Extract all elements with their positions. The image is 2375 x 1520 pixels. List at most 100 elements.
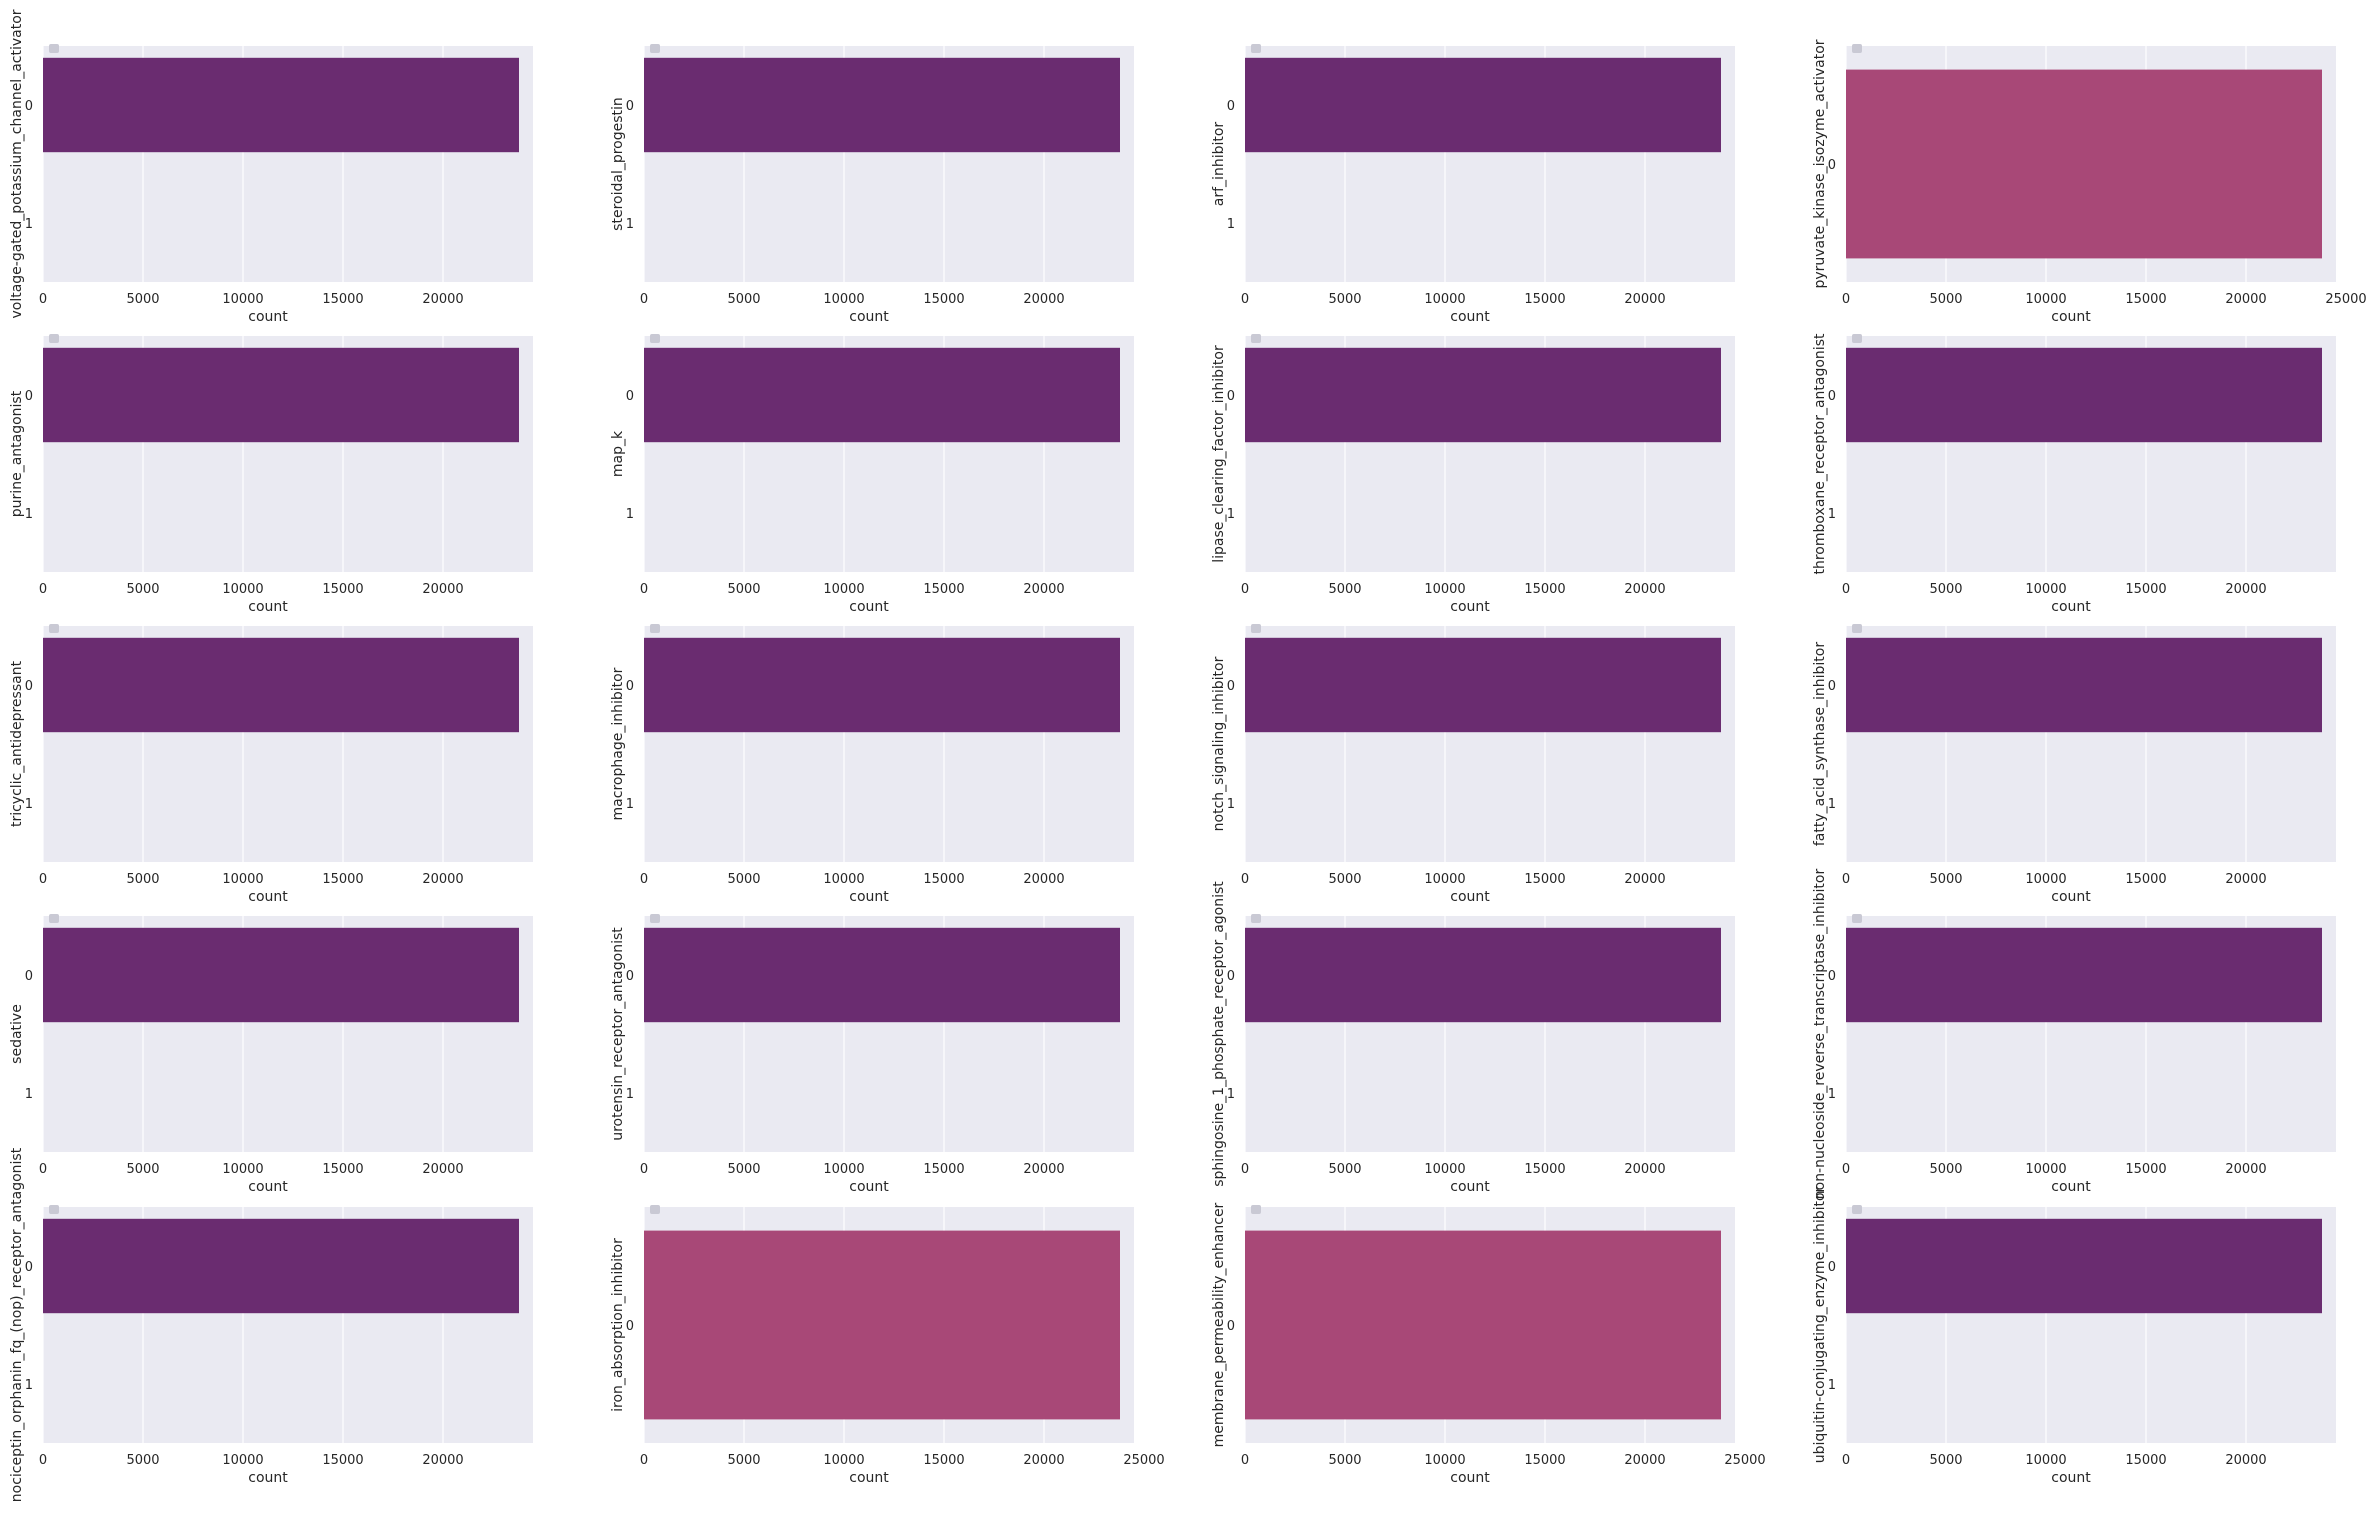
x-tick-label: 20000 bbox=[1624, 1162, 1665, 1177]
x-axis-label: count bbox=[1450, 1470, 1490, 1486]
x-axis-label: count bbox=[248, 1179, 288, 1195]
x-tick-label: 10000 bbox=[823, 292, 864, 307]
bar-0 bbox=[1245, 347, 1721, 443]
panel-6: 0 1 0 5000 10000 15000 20000 count lipase_cleari… bbox=[1211, 334, 1735, 615]
bar-0 bbox=[43, 1218, 519, 1314]
panel-2: 0 1 0 5000 10000 15000 20000 count arf_inhibitor bbox=[1211, 44, 1735, 325]
y-tick-label: 1 bbox=[626, 797, 634, 812]
x-tick-label: 20000 bbox=[2225, 292, 2266, 307]
x-tick-label: 15000 bbox=[1524, 1162, 1565, 1177]
legend-marker bbox=[49, 624, 59, 633]
x-tick-label: 10000 bbox=[1424, 582, 1465, 597]
x-tick-label: 0 bbox=[39, 872, 47, 887]
x-tick-label: 0 bbox=[39, 292, 47, 307]
y-tick-label: 0 bbox=[1227, 969, 1235, 984]
y-tick-label: 0 bbox=[626, 1319, 634, 1334]
panel-18: 0 0 5000 10000 15000 20000 25000 count membrane_… bbox=[1211, 1202, 1766, 1486]
legend-marker bbox=[650, 914, 660, 923]
x-tick-label: 5000 bbox=[1328, 1162, 1361, 1177]
x-tick-label: 15000 bbox=[2125, 1453, 2166, 1468]
legend-marker bbox=[650, 44, 660, 53]
y-tick-label: 1 bbox=[626, 1087, 634, 1102]
legend-marker bbox=[1852, 1205, 1862, 1214]
bar-0 bbox=[1245, 57, 1721, 153]
bar-0 bbox=[43, 927, 519, 1023]
x-tick-label: 5000 bbox=[1929, 292, 1962, 307]
x-tick-label: 25000 bbox=[2325, 292, 2366, 307]
y-axis-label: notch_signaling_inhibitor bbox=[1211, 656, 1227, 831]
panel-0: 0 1 0 5000 10000 15000 20000 count voltage-gated… bbox=[9, 9, 533, 325]
bar-0 bbox=[1846, 347, 2322, 443]
x-tick-label: 0 bbox=[640, 1162, 648, 1177]
x-axis-label: count bbox=[849, 1179, 889, 1195]
y-tick-label: 1 bbox=[1227, 1087, 1235, 1102]
x-axis-label: count bbox=[248, 1470, 288, 1486]
panel-16: 0 1 0 5000 10000 15000 20000 count nociceptin_or… bbox=[9, 1147, 533, 1502]
y-axis-label: thromboxane_receptor_antagonist bbox=[1812, 333, 1828, 574]
x-tick-label: 20000 bbox=[1624, 872, 1665, 887]
x-tick-label: 15000 bbox=[322, 292, 363, 307]
x-tick-label: 0 bbox=[1241, 292, 1249, 307]
x-axis-label: count bbox=[2051, 1179, 2091, 1195]
x-tick-label: 15000 bbox=[923, 872, 964, 887]
x-tick-label: 20000 bbox=[422, 582, 463, 597]
x-tick-label: 5000 bbox=[1929, 1162, 1962, 1177]
y-axis-label: pyruvate_kinase_isozyme_activator bbox=[1812, 39, 1828, 288]
x-tick-label: 20000 bbox=[1023, 872, 1064, 887]
x-tick-label: 20000 bbox=[1023, 1162, 1064, 1177]
x-tick-label: 0 bbox=[640, 582, 648, 597]
x-tick-label: 0 bbox=[1241, 1453, 1249, 1468]
legend-marker bbox=[650, 334, 660, 343]
y-axis-label: fatty_acid_synthase_inhibitor bbox=[1812, 642, 1828, 846]
x-tick-label: 15000 bbox=[1524, 872, 1565, 887]
legend-marker bbox=[1251, 334, 1261, 343]
y-axis-label: arf_inhibitor bbox=[1211, 122, 1227, 207]
y-tick-label: 1 bbox=[25, 217, 33, 232]
x-tick-label: 20000 bbox=[422, 292, 463, 307]
x-tick-label: 20000 bbox=[2225, 582, 2266, 597]
y-tick-label: 1 bbox=[626, 217, 634, 232]
x-axis-label: count bbox=[1450, 309, 1490, 325]
x-tick-label: 0 bbox=[1241, 872, 1249, 887]
x-tick-label: 5000 bbox=[126, 292, 159, 307]
panel-8: 0 1 0 5000 10000 15000 20000 count tricyclic_ant… bbox=[9, 624, 533, 905]
x-axis-label: count bbox=[849, 599, 889, 615]
x-tick-label: 0 bbox=[640, 292, 648, 307]
y-tick-label: 0 bbox=[1828, 969, 1836, 984]
bar-0 bbox=[1846, 69, 2322, 259]
x-tick-label: 0 bbox=[1842, 1453, 1850, 1468]
x-tick-label: 0 bbox=[39, 1162, 47, 1177]
x-tick-label: 5000 bbox=[1929, 872, 1962, 887]
x-tick-label: 15000 bbox=[1524, 292, 1565, 307]
x-tick-label: 0 bbox=[1842, 872, 1850, 887]
panel-1: 0 1 0 5000 10000 15000 20000 count steroidal_pro… bbox=[610, 44, 1134, 325]
x-tick-label: 20000 bbox=[1023, 582, 1064, 597]
bar-0 bbox=[644, 1230, 1120, 1420]
x-tick-label: 5000 bbox=[126, 1162, 159, 1177]
legend-marker bbox=[49, 334, 59, 343]
bar-0 bbox=[43, 57, 519, 153]
facet-grid-svg: 010 5000 10000 15000 20000countvoltage-gated… bbox=[9, 9, 2367, 1502]
x-tick-label: 5000 bbox=[727, 1162, 760, 1177]
x-tick-label: 15000 bbox=[322, 872, 363, 887]
y-axis-label: non-nucleoside_reverse_transcriptase_inh… bbox=[1812, 869, 1828, 1200]
bar-0 bbox=[43, 347, 519, 443]
x-tick-label: 15000 bbox=[1524, 582, 1565, 597]
legend-marker bbox=[650, 1205, 660, 1214]
bar-0 bbox=[644, 927, 1120, 1023]
y-tick-label: 1 bbox=[25, 797, 33, 812]
x-tick-label: 15000 bbox=[923, 292, 964, 307]
y-tick-label: 1 bbox=[1828, 1087, 1836, 1102]
x-axis-label: count bbox=[2051, 889, 2091, 905]
facet-grid: 0 1 0 5000 10000 15000 20000 count voltage-gated… bbox=[0, 0, 2375, 1516]
x-axis-label: count bbox=[1450, 889, 1490, 905]
x-tick-label: 5000 bbox=[1929, 1453, 1962, 1468]
x-tick-label: 10000 bbox=[222, 872, 263, 887]
x-tick-label: 20000 bbox=[2225, 1162, 2266, 1177]
x-tick-label: 0 bbox=[39, 582, 47, 597]
bar-0 bbox=[1846, 1218, 2322, 1314]
y-axis-label: membrane_permeability_enhancer bbox=[1211, 1202, 1227, 1447]
x-tick-label: 20000 bbox=[422, 1453, 463, 1468]
x-tick-label: 5000 bbox=[727, 292, 760, 307]
x-tick-label: 15000 bbox=[322, 1453, 363, 1468]
